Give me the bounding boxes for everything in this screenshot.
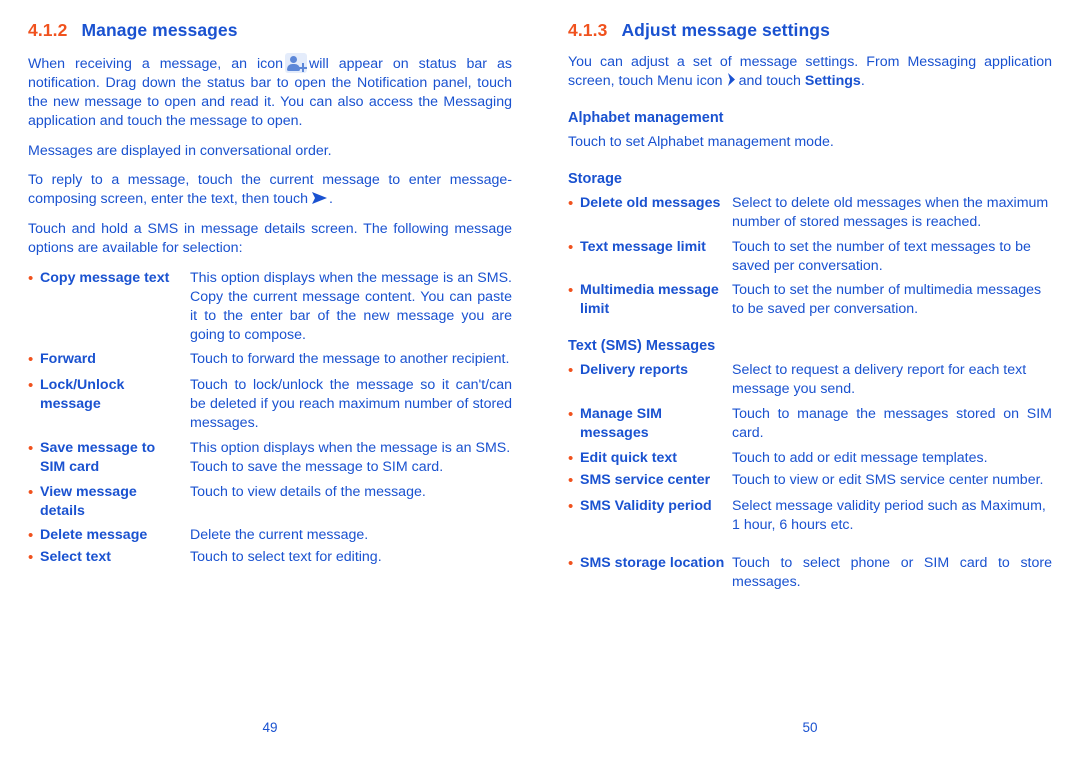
option-description: This option displays when the message is… [190, 269, 512, 343]
option-description: Touch to view details of the message. [190, 483, 426, 500]
option-term: Select text [40, 549, 111, 566]
option-description: Delete the current message. [190, 527, 369, 544]
sms-options-list: • Delivery reports Select to request a d… [568, 361, 1052, 592]
option-term: Delete message [40, 527, 148, 544]
right-page-column: 4.1.3 Adjust message settings You can adj… [540, 0, 1080, 767]
option-description: Touch to forward the message to another … [190, 351, 510, 368]
left-page-column: 4.1.2 Manage messages When receiving a me… [0, 0, 540, 767]
option-term: Delivery reports [580, 362, 689, 379]
option-term: Copy message text [40, 269, 170, 286]
option-description: Select to delete old messages when the m… [732, 194, 1049, 230]
option-term: Forward [40, 351, 96, 368]
list-item: • Manage SIM messages Touch to manage th… [568, 405, 1052, 443]
option-term: Delete old messages [580, 194, 721, 211]
list-item: • View message details Touch to view det… [28, 483, 512, 521]
option-term: SMS storage location [580, 555, 725, 572]
list-item: • Copy message text This option displays… [28, 269, 512, 345]
left-paragraph-4: Touch and hold a SMS in message details … [28, 221, 512, 256]
alphabet-management-text: Touch to set Alphabet management mode. [568, 133, 834, 150]
bullet-icon: • [568, 555, 574, 573]
bullet-icon: • [28, 377, 34, 395]
storage-options-list: • Delete old messages Select to delete o… [568, 194, 1052, 319]
option-description: Touch to manage the messages stored on S… [732, 406, 1052, 441]
document-page-spread: 4.1.2 Manage messages When receiving a me… [0, 0, 1080, 767]
bullet-icon: • [28, 483, 34, 501]
option-description: Select to request a delivery report for … [732, 362, 1027, 398]
option-description: Touch to add or edit message templates. [732, 449, 988, 466]
bullet-icon: • [568, 282, 574, 300]
right-paragraph-1-part-c: . [860, 72, 865, 89]
list-item: • Delivery reports Select to request a d… [568, 361, 1052, 399]
option-term: SMS service center [580, 471, 711, 488]
bullet-icon: • [568, 449, 574, 467]
right-paragraph-1: You can adjust a set of message settings… [568, 53, 1052, 91]
list-item: • SMS Validity period Select message val… [568, 497, 1052, 535]
left-paragraph-1: When receiving a message, an icon will ap… [28, 53, 512, 131]
list-item: • Lock/Unlock message Touch to lock/unlo… [28, 376, 512, 433]
menu-arrow-icon [726, 72, 736, 87]
left-page-number: 49 [262, 720, 278, 735]
bullet-icon: • [28, 439, 34, 457]
list-item: • Delete old messages Select to delete o… [568, 194, 1052, 232]
bullet-icon: • [568, 238, 574, 256]
send-arrow-icon [311, 191, 328, 205]
option-term: Save message to SIM card [40, 439, 156, 475]
option-description: Touch to select phone or SIM card to sto… [732, 555, 1052, 591]
option-description: This option displays when the message is… [190, 439, 511, 475]
left-section-title: Manage messages [81, 20, 238, 40]
list-item: • Multimedia message limit Touch to set … [568, 281, 1052, 319]
storage-heading: Storage [568, 170, 622, 187]
bullet-icon: • [28, 549, 34, 567]
list-item: • Edit quick text Touch to add or edit m… [568, 449, 1052, 469]
right-paragraph-1-part-b: and touch [738, 72, 801, 89]
bullet-icon: • [568, 362, 574, 380]
bullet-icon: • [28, 269, 34, 287]
right-section-number: 4.1.3 [568, 20, 608, 40]
option-description: Touch to set the number of text messages… [732, 238, 1031, 274]
left-paragraph-2: Messages are displayed in conversational… [28, 142, 332, 159]
option-term: Text message limit [580, 238, 706, 255]
option-description: Touch to view or edit SMS service center… [732, 471, 1044, 488]
right-section-title: Adjust message settings [621, 20, 830, 40]
list-item: • Forward Touch to forward the message t… [28, 350, 512, 370]
bullet-icon: • [568, 497, 574, 515]
message-options-list: • Copy message text This option displays… [28, 269, 512, 568]
right-page-number: 50 [802, 720, 818, 735]
bullet-icon: • [568, 406, 574, 423]
option-term: Edit quick text [580, 449, 677, 466]
text-sms-messages-heading: Text (SMS) Messages [568, 338, 716, 355]
left-paragraph-3-part-b: . [328, 191, 333, 208]
alphabet-management-heading: Alphabet management [568, 109, 724, 126]
option-term: Lock/Unlock message [40, 377, 125, 413]
list-item: • SMS storage location Touch to select p… [568, 554, 1052, 592]
option-term: Multimedia message limit [580, 282, 719, 318]
left-section-heading: 4.1.2 Manage messages [28, 20, 512, 41]
bullet-icon: • [28, 351, 34, 369]
option-description: Touch to set the number of multimedia me… [732, 282, 1042, 318]
option-term: SMS Validity period [580, 497, 712, 514]
right-section-heading: 4.1.3 Adjust message settings [568, 20, 1052, 41]
list-item: • Text message limit Touch to set the nu… [568, 238, 1052, 276]
left-paragraph-3-part-a: To reply to a message, touch the current… [28, 172, 512, 208]
list-item: • SMS service center Touch to view or ed… [568, 471, 1052, 491]
left-section-number: 4.1.2 [28, 20, 68, 40]
left-paragraph-1-part-a: When receiving a message, an icon [28, 56, 284, 72]
bullet-icon: • [568, 194, 574, 212]
option-term: Manage SIM messages [580, 406, 662, 441]
list-item: • Select text Touch to select text for e… [28, 548, 512, 568]
bullet-icon: • [568, 471, 574, 489]
option-description: Touch to select text for editing. [190, 549, 382, 566]
left-paragraph-3: To reply to a message, touch the current… [28, 171, 512, 209]
list-item: • Save message to SIM card This option d… [28, 439, 512, 477]
contact-add-icon [285, 53, 308, 73]
option-description: Touch to lock/unlock the message so it c… [190, 377, 512, 432]
option-description: Select message validity period such as M… [732, 497, 1046, 533]
bullet-icon: • [28, 527, 34, 545]
settings-bold-term: Settings [804, 72, 861, 89]
option-term: View message details [40, 483, 137, 519]
list-item: • Delete message Delete the current mess… [28, 526, 512, 546]
